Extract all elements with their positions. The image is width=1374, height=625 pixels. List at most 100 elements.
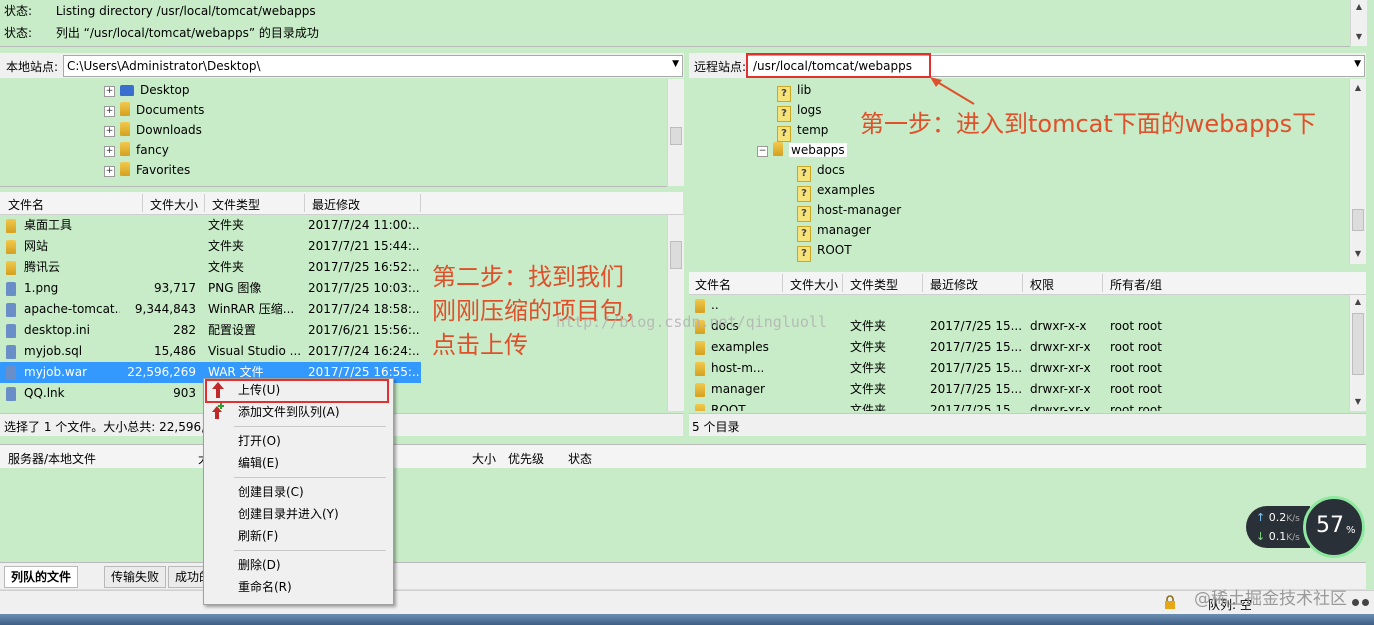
menu-separator (234, 477, 386, 478)
remote-list-scrollbar[interactable]: ▲ ▼ (1349, 295, 1366, 411)
scroll-thumb[interactable] (1352, 209, 1364, 231)
context-menu-item[interactable]: 创建目录并进入(Y) (204, 503, 391, 525)
scroll-up-icon[interactable]: ▲ (1350, 83, 1366, 92)
local-tree-item[interactable]: + Desktop (104, 80, 190, 100)
context-menu-item[interactable]: 创建目录(C) (204, 481, 391, 503)
column-header[interactable]: 权限 (1030, 276, 1054, 293)
scroll-up-icon[interactable]: ▲ (1350, 297, 1366, 306)
column-divider[interactable] (922, 274, 923, 292)
remote-tree-item[interactable]: ? manager (797, 220, 871, 242)
context-menu-item[interactable]: 重命名(R) (204, 576, 391, 598)
table-row[interactable]: myjob.sql 15,486 Visual Studio ... 2017/7/2… (0, 341, 421, 362)
folder-icon (6, 261, 16, 275)
step1-arrow (930, 77, 975, 105)
context-menu-item[interactable]: 刷新(F) (204, 525, 391, 547)
collapse-icon[interactable]: − (757, 146, 768, 157)
download-arrow-icon: ↓ (1256, 530, 1266, 543)
column-divider[interactable] (1102, 274, 1103, 292)
local-tree-item[interactable]: + Documents (104, 100, 204, 120)
download-speed: ↓ 0.1K/s (1256, 530, 1300, 543)
folder-icon (695, 362, 705, 376)
table-row[interactable]: ROOT 文件夹 2017/7/25 15... drwxr-xr-x root roo… (689, 400, 1349, 411)
column-header[interactable]: 最近修改 (930, 276, 978, 293)
table-row[interactable]: 桌面工具 文件夹 2017/7/24 11:00:... (0, 215, 421, 236)
table-row[interactable]: manager 文件夹 2017/7/25 15... drwxr-xr-x root … (689, 379, 1349, 400)
connection-status-icon (1352, 599, 1359, 606)
table-row[interactable]: 腾讯云 文件夹 2017/7/25 16:52:... (0, 257, 421, 278)
local-tree-item[interactable]: + fancy (104, 140, 169, 160)
column-header[interactable]: 文件名 (695, 276, 731, 293)
remote-tree-item[interactable]: ? lib (777, 80, 811, 102)
scroll-thumb[interactable] (670, 241, 682, 269)
dropdown-arrow-icon[interactable]: ▼ (672, 59, 679, 69)
folder-icon (695, 383, 705, 397)
expand-icon[interactable]: + (104, 86, 115, 97)
expand-icon[interactable]: + (104, 166, 115, 177)
folder-open-icon (773, 142, 783, 156)
status-log-scrollbar[interactable]: ▲ ▼ (1350, 0, 1367, 46)
favorites-icon (120, 162, 130, 176)
context-menu-item[interactable]: 打开(O) (204, 430, 391, 452)
scroll-down-icon[interactable]: ▼ (1351, 32, 1367, 41)
table-row[interactable]: desktop.ini 282 配置设置 2017/6/21 15:56:... (0, 320, 421, 341)
local-tree-item[interactable]: + Downloads (104, 120, 202, 140)
table-row[interactable]: host-m... 文件夹 2017/7/25 15... drwxr-xr-x roo… (689, 358, 1349, 379)
status-line: 状态: 列出 “/usr/local/tomcat/webapps” 的目录成功 (4, 26, 319, 40)
table-row[interactable]: 1.png 93,717 PNG 图像 2017/7/25 10:03:... (0, 278, 421, 299)
scroll-down-icon[interactable]: ▼ (1350, 397, 1366, 406)
scroll-thumb[interactable] (1352, 313, 1364, 375)
column-divider[interactable] (782, 274, 783, 292)
remote-tree-item[interactable]: ? temp (777, 120, 828, 142)
lock-icon (1164, 595, 1176, 609)
column-divider[interactable] (1022, 274, 1023, 292)
expand-icon[interactable]: + (104, 106, 115, 117)
qq-icon (6, 387, 16, 401)
expand-icon[interactable]: + (104, 146, 115, 157)
folder-icon (120, 142, 130, 156)
context-menu-item[interactable]: 删除(D) (204, 554, 391, 576)
menu-separator (234, 426, 386, 427)
column-header[interactable]: 文件大小 (150, 196, 198, 213)
local-tree: + Desktop + Documents + Downloads + fancy + Favor… (0, 79, 667, 187)
table-row[interactable]: apache-tomcat... 9,344,843 WinRAR 压缩... 201… (0, 299, 421, 320)
column-divider[interactable] (420, 194, 421, 212)
remote-tree-item[interactable]: − webapps (757, 140, 847, 160)
local-tree-scrollbar[interactable] (667, 79, 684, 186)
column-header[interactable]: 文件类型 (212, 196, 260, 213)
remote-path-highlight-box (746, 53, 931, 78)
column-divider[interactable] (304, 194, 305, 212)
context-menu-item[interactable]: 添加文件到队列(A) (204, 401, 391, 423)
local-path-value: C:\Users\Administrator\Desktop\ (67, 59, 261, 73)
local-path-combobox[interactable]: C:\Users\Administrator\Desktop\ ▼ (63, 55, 683, 77)
remote-tree-item[interactable]: ? logs (777, 100, 822, 122)
column-divider[interactable] (142, 194, 143, 212)
remote-tree-item[interactable]: ? examples (797, 180, 875, 202)
local-tree-item[interactable]: + Favorites (104, 160, 190, 180)
table-row[interactable]: 网站 文件夹 2017/7/21 15:44:... (0, 236, 421, 257)
png-file-icon (6, 282, 16, 296)
scroll-thumb[interactable] (670, 127, 682, 145)
remote-status-bar: 5 个目录 (689, 413, 1366, 436)
column-header[interactable]: 文件类型 (850, 276, 898, 293)
downloads-icon (120, 122, 130, 136)
table-row[interactable]: examples 文件夹 2017/7/25 15... drwxr-xr-x root… (689, 337, 1349, 358)
dropdown-arrow-icon[interactable]: ▼ (1354, 59, 1361, 69)
column-header[interactable]: 文件大小 (790, 276, 838, 293)
column-divider[interactable] (842, 274, 843, 292)
network-speed-widget[interactable]: ↑ 0.2K/s ↓ 0.1K/s (1246, 506, 1310, 548)
expand-icon[interactable]: + (104, 126, 115, 137)
column-header[interactable]: 所有者/组 (1110, 276, 1162, 293)
column-header[interactable]: 文件名 (8, 196, 44, 213)
remote-tree-scrollbar[interactable]: ▲ ▼ (1349, 79, 1366, 264)
scroll-up-icon[interactable]: ▲ (1351, 2, 1367, 11)
cpu-usage-gauge[interactable]: 57 % (1303, 496, 1365, 558)
remote-tree-item[interactable]: ? ROOT (797, 240, 852, 262)
tab-failed-transfers[interactable]: 传输失败 (104, 566, 167, 588)
remote-tree-item[interactable]: ? host-manager (797, 200, 901, 222)
context-menu-item[interactable]: 编辑(E) (204, 452, 391, 474)
scroll-down-icon[interactable]: ▼ (1350, 249, 1366, 258)
column-divider[interactable] (204, 194, 205, 212)
tab-queued-files[interactable]: 列队的文件 (4, 566, 79, 588)
remote-tree-item[interactable]: ? docs (797, 160, 845, 182)
column-header[interactable]: 最近修改 (312, 196, 360, 213)
